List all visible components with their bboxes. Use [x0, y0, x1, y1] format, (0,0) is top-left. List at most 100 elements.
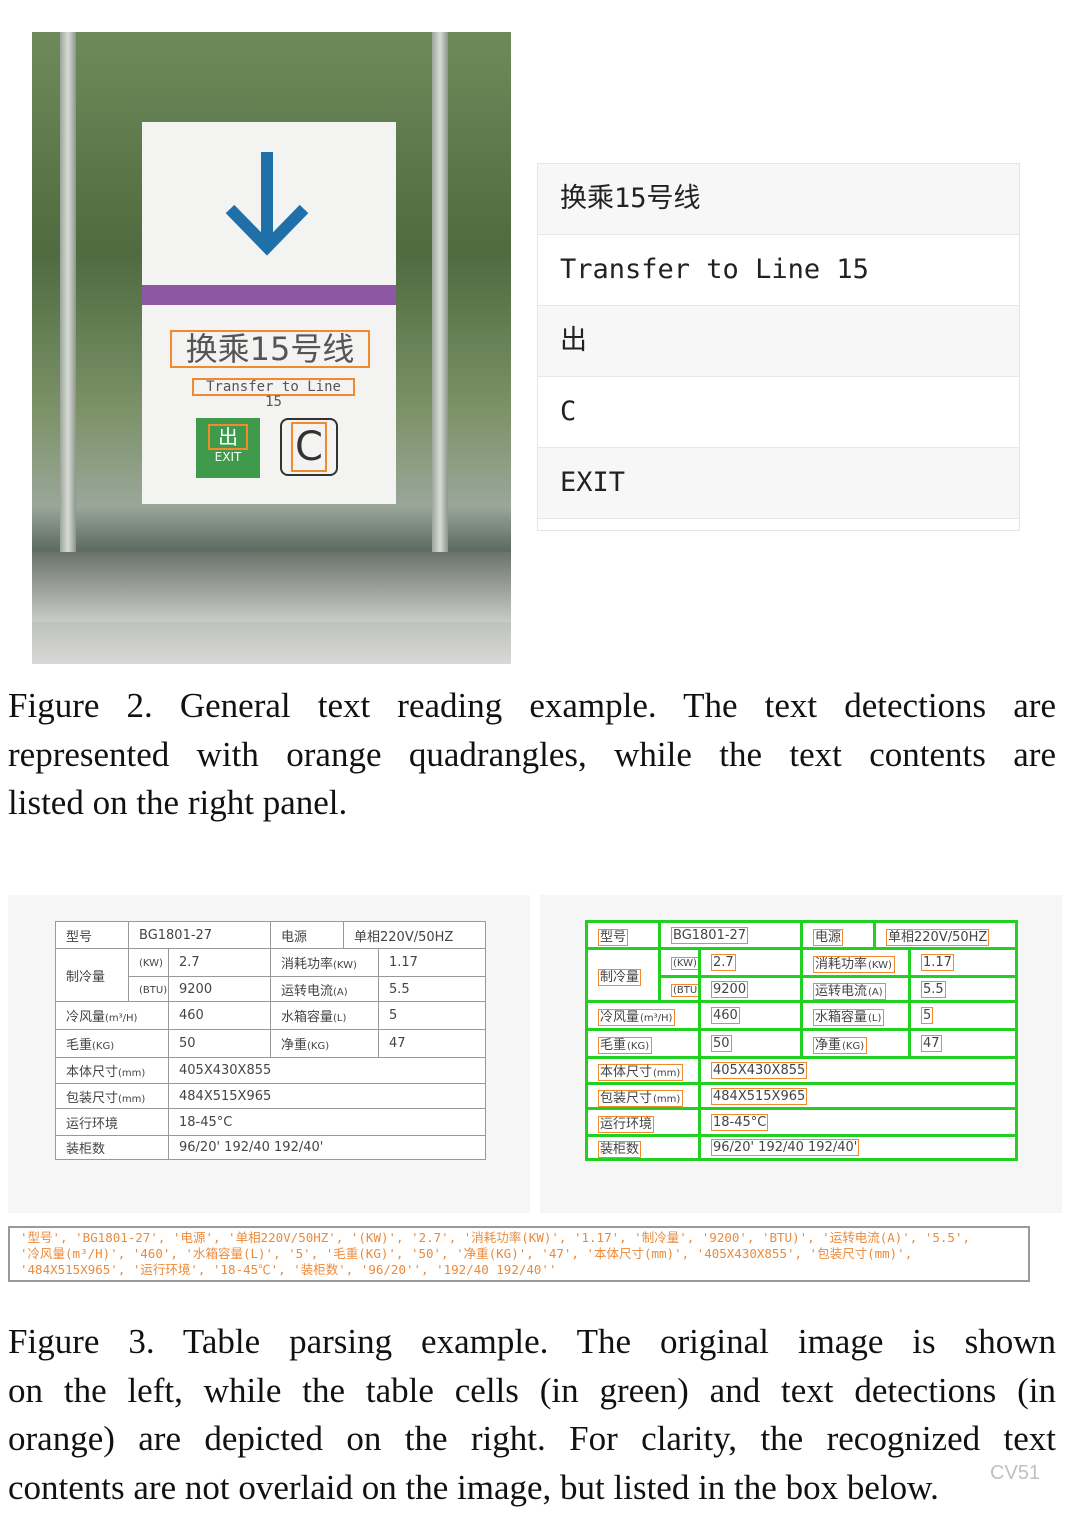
cell-text: 净重(KG)	[281, 1038, 330, 1053]
parsed-table: 型号 BG1801-27 电源 单相220V/50HZ 制冷量 (KW) 2.7 消耗功率(K…	[585, 920, 1018, 1161]
cell-text: 水箱容量(L)	[813, 1009, 885, 1026]
cell-text: 96/20' 192/40 192/40'	[711, 1139, 860, 1156]
caption-line: contents are not overlaid on the image, …	[8, 1467, 939, 1507]
table-row: 运行环境 18-45°C	[55, 1108, 486, 1136]
cell-unit: (mm)	[118, 1068, 146, 1079]
cell-text: 50	[711, 1035, 732, 1052]
table-cell: (BTU)	[658, 975, 701, 1003]
cell-text: 484X515X965	[179, 1088, 272, 1104]
cell-text: 9200	[179, 981, 213, 997]
table-row: 本体尺寸(mm) 405X430X855	[55, 1057, 486, 1084]
table-cell: 制冷量	[55, 948, 129, 1002]
table-cell: 装柜数	[585, 1134, 701, 1161]
figure3-caption: Figure 3. Table parsing example. The ori…	[8, 1318, 1056, 1512]
watermark: CV51	[990, 1462, 1041, 1484]
table-cell: 96/20' 192/40 192/40'	[168, 1135, 486, 1160]
cell-text: 包装尺寸(mm)	[598, 1089, 684, 1106]
caption-line: on the left, while the table cells (in g…	[8, 1370, 1056, 1410]
table-cell: 18-45°C	[698, 1107, 1018, 1137]
text-results-panel: 换乘15号线 Transfer to Line 15 出 C EXIT	[537, 163, 1020, 531]
table-cell: 运行环境	[55, 1108, 169, 1136]
cell-text: 2.7	[179, 955, 200, 970]
panel-item: C	[538, 377, 1019, 448]
table-row: 毛重(KG) 50 净重(KG) 47	[585, 1028, 1018, 1059]
cell-unit: (KG)	[842, 1041, 865, 1052]
table-cell: (BTU)	[128, 976, 169, 1002]
table-cell: 净重(KG)	[800, 1028, 911, 1059]
table-cell: BG1801-27	[128, 921, 271, 949]
cell-text: 405X430X855	[711, 1062, 808, 1079]
table-cell: 本体尺寸(mm)	[55, 1057, 169, 1084]
table-row: 本体尺寸(mm) 405X430X855	[585, 1056, 1018, 1085]
table-cell: 单相220V/50HZ	[873, 920, 1018, 950]
cell-text: 50	[179, 1036, 196, 1051]
cell-text: 装柜数	[66, 1142, 106, 1157]
table-cell: 本体尺寸(mm)	[585, 1056, 701, 1085]
cell-text: 运行环境	[598, 1115, 655, 1133]
sign-chinese-text: 换乘15号线	[170, 330, 370, 368]
cell-text: 18-45°C	[179, 1114, 233, 1130]
table-cell: 9200	[168, 976, 271, 1002]
table-row: 包装尺寸(mm) 484X515X965	[55, 1083, 486, 1109]
cell-text: 9200	[711, 980, 749, 998]
cell-text: 5	[921, 1007, 934, 1024]
cell-text: 5	[389, 1008, 398, 1023]
cell-text: 运行环境	[66, 1116, 119, 1132]
table-cell: 装柜数	[55, 1135, 169, 1160]
cell-text: 单相220V/50HZ	[354, 929, 454, 945]
table-cell: 1.17	[908, 947, 1018, 978]
table-cell: 单相220V/50HZ	[343, 921, 486, 949]
table-row: 包装尺寸(mm) 484X515X965	[585, 1082, 1018, 1110]
caption-line: listed on the right panel.	[8, 783, 348, 822]
table-row: 冷风量(m³/H) 460 水箱容量(L) 5	[585, 1000, 1018, 1031]
cell-text: 1.17	[389, 955, 418, 970]
cell-text: 装柜数	[598, 1141, 642, 1157]
cell-unit: (KG)	[307, 1041, 330, 1052]
table-cell: 484X515X965	[168, 1083, 486, 1109]
cell-text: 电源	[281, 929, 308, 945]
transfer-sign: 换乘15号线 Transfer to Line 15 出 EXIT C	[142, 122, 396, 504]
cell-text: 水箱容量(L)	[281, 1010, 347, 1025]
glass-pole	[432, 32, 448, 552]
cell-text: 405X430X855	[179, 1063, 272, 1078]
cell-text: 冷风量(m³/H)	[66, 1010, 138, 1025]
cell-unit: (m³/H)	[105, 1013, 138, 1024]
cell-text: 2.7	[711, 954, 736, 971]
panel-item: Transfer to Line 15	[538, 235, 1019, 306]
table-cell: 电源	[270, 921, 344, 949]
cell-text: 运转电流(A)	[281, 983, 348, 999]
cell-unit: (L)	[868, 1013, 882, 1024]
table-cell: 405X430X855	[698, 1056, 1018, 1085]
table-cell: (KW)	[128, 948, 169, 977]
cell-unit: (m³/H)	[640, 1013, 673, 1024]
table-cell: 净重(KG)	[270, 1029, 379, 1058]
table-cell: 96/20' 192/40 192/40'	[698, 1134, 1018, 1161]
table-cell: 冷风量(m³/H)	[585, 1000, 701, 1031]
table-cell: 47	[378, 1029, 486, 1058]
table-cell: 运行环境	[585, 1107, 701, 1137]
table-cell: 9200	[698, 975, 803, 1003]
cell-text: 484X515X965	[711, 1087, 808, 1105]
cell-unit: (A)	[333, 986, 348, 998]
cell-text: 消耗功率(KW)	[281, 957, 357, 972]
cell-unit: (L)	[333, 1013, 347, 1024]
cell-text: BG1801-27	[139, 927, 213, 943]
cell-text: 型号	[598, 928, 629, 946]
cell-unit: (A)	[868, 986, 883, 998]
table-cell: 50	[698, 1028, 803, 1059]
table-cell: 消耗功率(KW)	[270, 948, 379, 977]
cell-text: 5.5	[921, 980, 946, 998]
table-cell: 5	[908, 1000, 1018, 1031]
table-cell: BG1801-27	[658, 920, 803, 950]
table-cell: 50	[168, 1029, 271, 1058]
table-cell: 460	[698, 1000, 803, 1031]
cell-text: 电源	[813, 928, 844, 946]
table-cell: 型号	[585, 920, 661, 950]
sign-english-text: Transfer to Line 15	[192, 378, 355, 410]
cell-text: 包装尺寸(mm)	[66, 1090, 146, 1106]
original-table-image: 型号 BG1801-27 电源 单相220V/50HZ 制冷量 (KW) 2.7 消耗功率(K…	[8, 895, 530, 1213]
table-cell: 制冷量	[585, 947, 661, 1003]
cell-text: (KW)	[139, 958, 163, 969]
cell-text: 5.5	[389, 981, 410, 997]
cell-text: 1.17	[921, 954, 954, 971]
